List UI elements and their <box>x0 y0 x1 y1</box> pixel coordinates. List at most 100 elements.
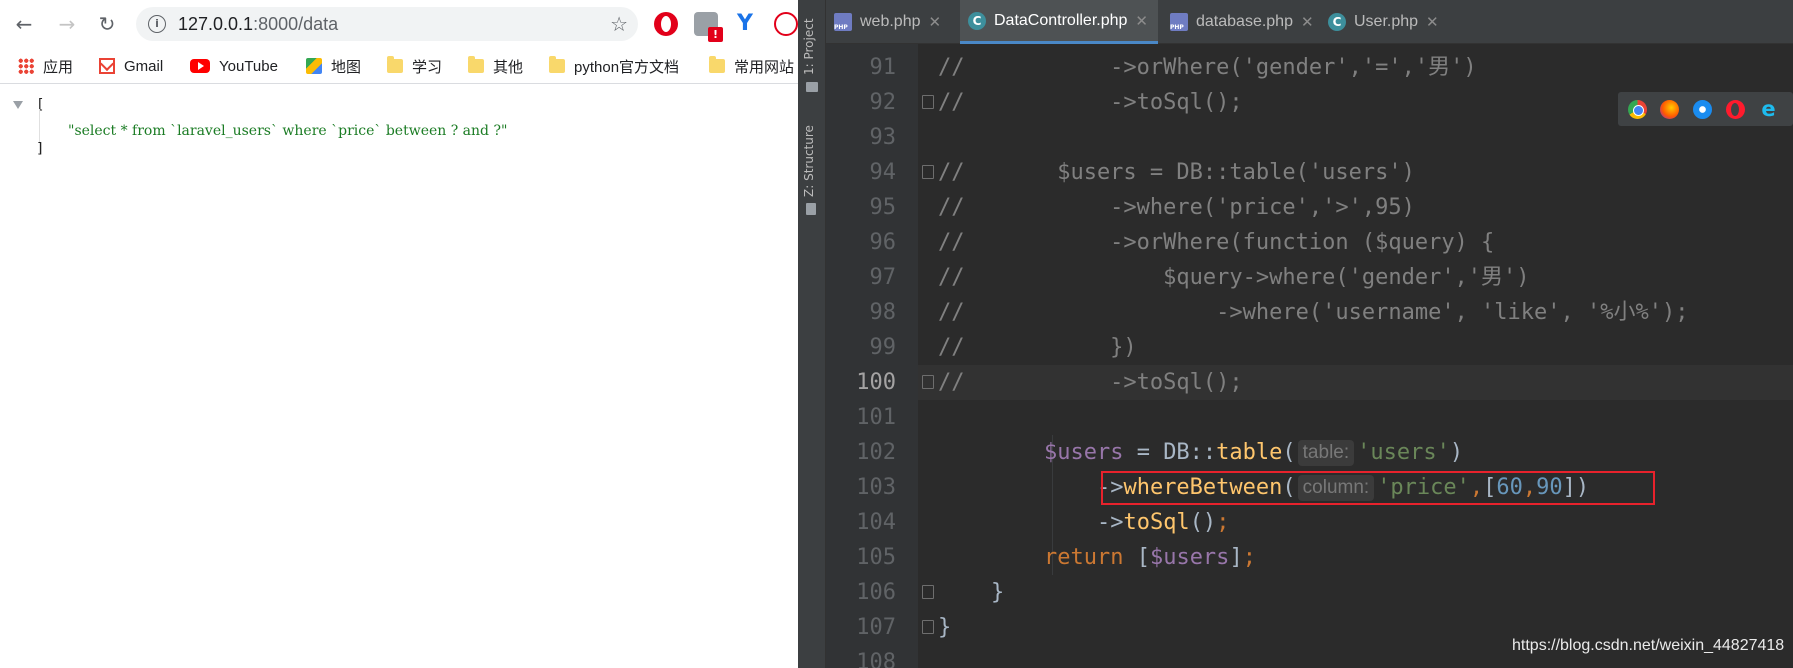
line-number: 101 <box>856 405 896 430</box>
bookmark-folder-common-sites[interactable]: 常用网站 <box>709 48 794 84</box>
bookmark-gmail[interactable]: Gmail <box>99 48 163 84</box>
back-arrow-icon[interactable]: ← <box>12 12 36 36</box>
firefox-icon[interactable] <box>1660 100 1679 119</box>
page-content: [ "select * from `laravel_users` where `… <box>0 85 798 668</box>
tab-database-php[interactable]: database.php ✕ <box>1162 0 1324 44</box>
editor-tab-bar: web.php ✕ C DataController.php ✕ database.p… <box>826 0 1793 44</box>
tab-label: DataController.php <box>994 11 1128 29</box>
bookmark-label: 学习 <box>412 58 443 76</box>
line-number: 102 <box>856 440 896 465</box>
tab-user-php[interactable]: C User.php ✕ <box>1320 0 1449 44</box>
opera-icon[interactable] <box>1726 100 1745 119</box>
line-number: 97 <box>869 265 897 290</box>
watermark-text: https://blog.csdn.net/weixin_44827418 <box>1512 637 1785 654</box>
bookmark-apps[interactable]: 应用 <box>18 48 73 84</box>
project-tool-tab[interactable]: 1: Project <box>802 18 816 75</box>
fold-marker-icon[interactable] <box>922 585 934 599</box>
annotation-highlight-box <box>1101 471 1655 505</box>
line-number: 105 <box>856 545 896 570</box>
fold-marker-icon[interactable] <box>922 165 934 179</box>
line-number: 96 <box>869 230 897 255</box>
extension-alert-badge-icon: ! <box>708 27 723 42</box>
folder-icon <box>387 56 403 73</box>
bookmark-star-icon[interactable]: ☆ <box>610 12 628 36</box>
line-number: 99 <box>869 335 897 360</box>
class-file-icon: C <box>968 11 986 30</box>
address-url[interactable]: 127.0.0.1:8000/data <box>178 7 338 41</box>
structure-tool-tab[interactable]: Z: Structure <box>802 125 816 197</box>
site-info-icon[interactable]: i <box>148 15 166 33</box>
php-file-icon <box>834 13 852 31</box>
extension-opera-icon[interactable] <box>654 12 678 36</box>
code-line-99[interactable]: // }) <box>938 330 1137 365</box>
folder-icon <box>709 56 725 73</box>
line-number: 98 <box>869 300 897 325</box>
browser-toolbar: ← → ↻ i 127.0.0.1:8000/data ☆ ! Y <box>0 0 798 48</box>
json-sql-string: "select * from `laravel_users` where `pr… <box>68 123 508 139</box>
code-line-106[interactable]: } <box>938 575 1004 610</box>
reload-icon[interactable]: ↻ <box>95 12 119 36</box>
bookmark-folder-other[interactable]: 其他 <box>468 48 523 84</box>
internet-explorer-icon[interactable]: e <box>1759 99 1778 120</box>
folder-icon <box>549 56 565 73</box>
structure-icon[interactable] <box>806 203 816 215</box>
line-number: 104 <box>856 510 896 535</box>
code-line-92[interactable]: // ->toSql(); <box>938 85 1243 120</box>
json-open-bracket: [ <box>36 97 45 113</box>
close-icon[interactable]: ✕ <box>929 13 942 31</box>
bookmark-label: 应用 <box>43 58 74 76</box>
fold-marker-icon[interactable] <box>922 620 934 634</box>
line-number-current: 100 <box>856 370 896 395</box>
code-line-97[interactable]: // $query->where('gender','男') <box>938 260 1530 295</box>
bookmark-maps[interactable]: 地图 <box>306 48 361 84</box>
fold-marker-icon[interactable] <box>922 95 934 109</box>
address-bar[interactable]: i 127.0.0.1:8000/data ☆ <box>136 7 638 41</box>
tab-web-php[interactable]: web.php ✕ <box>826 0 951 44</box>
fold-marker-icon[interactable] <box>922 375 934 389</box>
folder-icon <box>468 56 484 73</box>
tab-label: web.php <box>860 13 921 30</box>
tab-datacontroller-php[interactable]: C DataController.php ✕ <box>960 0 1158 44</box>
code-line-94[interactable]: // $users = DB::table('users') <box>938 155 1415 190</box>
code-line-104[interactable]: ->toSql(); <box>938 505 1229 540</box>
code-line-105[interactable]: return [$users]; <box>938 540 1256 575</box>
line-number: 106 <box>856 580 896 605</box>
bookmark-folder-python-docs[interactable]: python官方文档 <box>549 48 679 84</box>
class-file-icon: C <box>1328 13 1346 31</box>
youtube-icon <box>190 59 210 73</box>
param-hint-table: table: <box>1297 440 1355 466</box>
bookmark-youtube[interactable]: YouTube <box>190 48 278 84</box>
extension-y-icon[interactable]: Y <box>733 12 757 36</box>
maps-icon <box>306 58 322 74</box>
bookmark-label: 常用网站 <box>734 58 795 76</box>
json-close-bracket: ] <box>36 141 45 157</box>
code-line-95[interactable]: // ->where('price','>',95) <box>938 190 1415 225</box>
gmail-icon <box>99 58 115 74</box>
line-number: 95 <box>869 195 897 220</box>
bookmarks-bar: 应用 Gmail YouTube 地图 学习 其他 python官方文档 常用网… <box>0 48 798 84</box>
close-icon[interactable]: ✕ <box>1135 12 1148 30</box>
project-folder-icon[interactable] <box>806 82 818 92</box>
apps-grid-icon <box>18 58 34 74</box>
safari-icon[interactable] <box>1693 100 1712 119</box>
php-file-icon <box>1170 13 1188 31</box>
bookmark-folder-study[interactable]: 学习 <box>387 48 442 84</box>
tool-window-strip: 1: Project Z: Structure <box>798 0 826 668</box>
line-number: 107 <box>856 615 896 640</box>
code-line-98[interactable]: // ->where('username', 'like', '%小%'); <box>938 295 1688 330</box>
code-line-102[interactable]: $users = DB::table(table:'users') <box>938 435 1463 470</box>
line-number: 93 <box>869 125 897 150</box>
close-icon[interactable]: ✕ <box>1426 13 1439 31</box>
line-number: 103 <box>856 475 896 500</box>
close-icon[interactable]: ✕ <box>1301 13 1314 31</box>
forward-arrow-icon[interactable]: → <box>55 12 79 36</box>
chrome-icon[interactable] <box>1628 100 1647 119</box>
json-collapse-toggle-icon[interactable] <box>13 101 23 109</box>
code-line-91[interactable]: // ->orWhere('gender','=','男') <box>938 50 1477 85</box>
bookmark-label: 地图 <box>331 58 362 76</box>
extension-record-icon[interactable] <box>774 12 798 36</box>
bookmark-label: YouTube <box>219 57 278 75</box>
code-line-107[interactable]: } <box>938 610 951 645</box>
code-line-100[interactable]: // ->toSql(); <box>938 365 1243 400</box>
code-line-96[interactable]: // ->orWhere(function ($query) { <box>938 225 1494 260</box>
